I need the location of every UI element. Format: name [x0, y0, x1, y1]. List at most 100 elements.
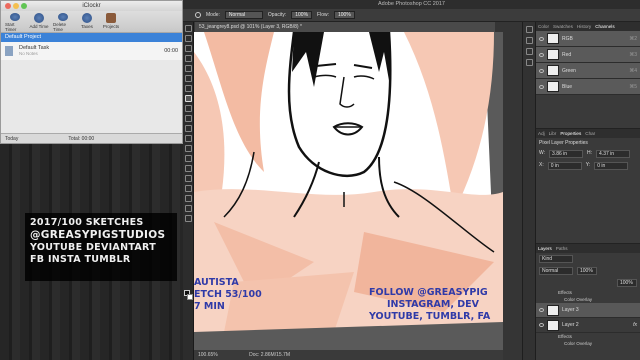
- overlay-line-4: FB INSTA TUMBLR: [30, 254, 131, 265]
- background-color-swatch[interactable]: [187, 294, 193, 300]
- window-title: iClockr: [82, 3, 101, 9]
- overlay-line-2: @GREASYPIGSTUDIOS: [30, 229, 166, 241]
- path-select-icon[interactable]: [185, 185, 192, 192]
- fx-icon[interactable]: fx: [633, 322, 637, 328]
- task-row[interactable]: Default Task No Notes 00:00: [1, 42, 182, 60]
- overlay-line-3: YOUTUBE DEVIANTART: [30, 242, 156, 253]
- move-tool-icon[interactable]: [185, 25, 192, 32]
- brush-preset-icon[interactable]: [195, 12, 201, 18]
- status-bar: 100.65% Doc: 2.86M/15.7M: [194, 350, 503, 360]
- photoshop-window: Adobe Photoshop CC 2017 Mode: Normal Opa…: [183, 0, 640, 360]
- brush-tool-icon[interactable]: [185, 95, 192, 102]
- eye-icon[interactable]: [539, 308, 544, 312]
- tab-paths[interactable]: Paths: [556, 246, 568, 251]
- eye-icon[interactable]: [539, 323, 544, 327]
- marquee-tool-icon[interactable]: [185, 35, 192, 42]
- collapsed-panel-strip: [522, 22, 536, 360]
- add-time-button[interactable]: Add Time: [29, 11, 49, 32]
- kind-filter-select[interactable]: Kind: [539, 255, 573, 263]
- stamp-tool-icon[interactable]: [185, 105, 192, 112]
- tab-channels[interactable]: Channels: [595, 24, 614, 29]
- tools-panel: [183, 22, 194, 360]
- tab-libraries[interactable]: Libr: [549, 131, 557, 136]
- sketch-info-overlay: 2017/100 SKETCHES @GREASYPIGSTUDIOS YOUT…: [25, 213, 177, 281]
- crop-tool-icon[interactable]: [185, 65, 192, 72]
- layer-fill-field[interactable]: 100%: [617, 279, 637, 287]
- history-brush-icon[interactable]: [185, 115, 192, 122]
- document-canvas[interactable]: AUTISTA ETCH 53/100 7 MIN FOLLOW @GREASY…: [194, 32, 503, 350]
- actions-icon[interactable]: [526, 37, 533, 44]
- history-icon[interactable]: [526, 26, 533, 33]
- layer-effects-row[interactable]: Effects: [536, 333, 640, 340]
- info-icon[interactable]: [526, 59, 533, 66]
- properties-tabs: Adj Libr Properties Char: [536, 129, 640, 138]
- y-field[interactable]: 0 in: [594, 162, 629, 170]
- pen-tool-icon[interactable]: [185, 165, 192, 172]
- zoom-level[interactable]: 100.65%: [198, 352, 218, 358]
- mode-select[interactable]: Normal: [224, 11, 263, 19]
- projects-icon: [106, 13, 116, 23]
- lasso-tool-icon[interactable]: [185, 45, 192, 52]
- layer-mode-row: Normal 100%: [536, 265, 640, 277]
- eraser-tool-icon[interactable]: [185, 125, 192, 132]
- right-panels: Color Swatches History Channels RGB ⌘2 Re…: [536, 22, 640, 360]
- delete-time-button[interactable]: Delete Time: [53, 11, 73, 32]
- layer-row-2[interactable]: Layer 2 fx: [536, 318, 640, 333]
- gradient-tool-icon[interactable]: [185, 135, 192, 142]
- eye-icon[interactable]: [539, 36, 544, 41]
- type-tool-icon[interactable]: [185, 175, 192, 182]
- brush-presets-icon[interactable]: [526, 48, 533, 55]
- magic-wand-icon[interactable]: [185, 55, 192, 62]
- layer-effect-item[interactable]: Color Overlay: [536, 296, 640, 303]
- layer-effects-row[interactable]: Effects: [536, 289, 640, 296]
- eyedropper-icon[interactable]: [185, 75, 192, 82]
- zoom-icon[interactable]: [21, 3, 27, 9]
- flow-label: Flow:: [317, 12, 329, 18]
- opacity-field[interactable]: 100%: [291, 11, 313, 19]
- add-time-icon: [34, 13, 44, 23]
- channel-row-green[interactable]: Green ⌘4: [536, 63, 640, 79]
- start-timer-button[interactable]: Start Timer: [5, 11, 25, 32]
- dodge-tool-icon[interactable]: [185, 155, 192, 162]
- timer-icon: [10, 13, 20, 21]
- layer-row-3[interactable]: Layer 3: [536, 303, 640, 318]
- tab-layers[interactable]: Layers: [538, 246, 552, 251]
- properties-empty-area: [536, 172, 640, 244]
- shape-tool-icon[interactable]: [185, 195, 192, 202]
- iclockr-window: iClockr Start Timer Add Time Delete Time…: [0, 0, 183, 144]
- tab-swatches[interactable]: Swatches: [553, 24, 573, 29]
- blur-tool-icon[interactable]: [185, 145, 192, 152]
- eye-icon[interactable]: [539, 52, 544, 57]
- tab-color[interactable]: Color: [538, 24, 549, 29]
- minimize-icon[interactable]: [13, 3, 19, 9]
- doc-size: Doc: 2.86M/15.7M: [249, 352, 290, 358]
- channel-row-red[interactable]: Red ⌘3: [536, 47, 640, 63]
- tab-properties[interactable]: Properties: [560, 131, 581, 136]
- document-tab[interactable]: 53_jeangrey8.psd @ 101% (Layer 3, RGB/8)…: [195, 22, 495, 32]
- channel-thumbnail: [547, 33, 559, 44]
- channel-row-blue[interactable]: Blue ⌘5: [536, 79, 640, 95]
- taxes-button[interactable]: Taxes: [77, 11, 97, 32]
- close-icon[interactable]: [5, 3, 11, 9]
- width-field[interactable]: 3.86 in: [549, 150, 584, 158]
- footer-day: Today: [5, 136, 19, 142]
- project-header[interactable]: Default Project: [1, 33, 182, 42]
- healing-brush-icon[interactable]: [185, 85, 192, 92]
- channel-thumbnail: [547, 81, 559, 92]
- height-field[interactable]: 4.37 in: [596, 150, 631, 158]
- channel-row-rgb[interactable]: RGB ⌘2: [536, 31, 640, 47]
- tab-character[interactable]: Char: [585, 131, 595, 136]
- projects-button[interactable]: Projects: [101, 11, 121, 32]
- eye-icon[interactable]: [539, 68, 544, 73]
- eye-icon[interactable]: [539, 84, 544, 89]
- layer-opacity-field[interactable]: 100%: [577, 267, 597, 275]
- hand-tool-icon[interactable]: [185, 205, 192, 212]
- flow-field[interactable]: 100%: [334, 11, 355, 19]
- zoom-tool-icon[interactable]: [185, 215, 192, 222]
- tab-adjustments[interactable]: Adj: [538, 131, 545, 136]
- photoshop-titlebar: Adobe Photoshop CC 2017: [183, 0, 640, 9]
- blend-mode-select[interactable]: Normal: [539, 267, 573, 275]
- layer-effect-item[interactable]: Color Overlay: [536, 340, 640, 347]
- tab-history[interactable]: History: [577, 24, 591, 29]
- x-field[interactable]: 0 in: [547, 162, 582, 170]
